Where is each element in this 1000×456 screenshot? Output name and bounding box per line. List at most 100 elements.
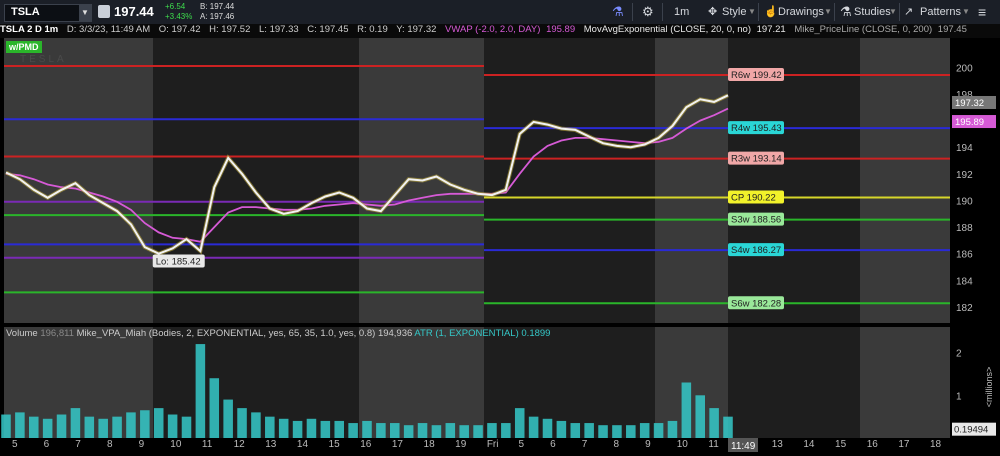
info-high: H: 197.52 — [209, 24, 251, 35]
info-range: R: 0.19 — [357, 24, 388, 35]
ema-study-label[interactable]: MovAvgExponential (CLOSE, 20, 0, no) — [584, 24, 751, 35]
current-time-marker: 11:49 — [728, 438, 758, 452]
pivot-label-text: CP 190.22 — [731, 193, 776, 204]
chevron-down-icon[interactable]: ▼ — [748, 4, 756, 20]
pivot-label-text: S4w 186.27 — [731, 245, 781, 256]
top-toolbar: TSLA ▼ 197.44 +6.54 +3.43% B: 197.44 A: … — [0, 0, 1000, 25]
volume-bar — [56, 414, 67, 438]
priceline-study-label[interactable]: Mike_PriceLine (CLOSE, 0, 200) — [794, 24, 932, 35]
flask-icon[interactable]: ⚗ — [840, 4, 852, 20]
chevron-down-icon[interactable]: ▼ — [889, 4, 897, 20]
time-axis-tick: 11 — [202, 439, 213, 450]
time-axis-tick: 16 — [360, 439, 372, 450]
time-axis-tick: 15 — [835, 439, 847, 450]
low-label-text: Lo: 185.42 — [156, 256, 201, 267]
timeframe-button[interactable]: 1m — [674, 4, 689, 20]
volume-bar — [473, 425, 483, 438]
hand-icon[interactable]: ☝ — [764, 4, 778, 20]
toolbar-divider — [662, 3, 663, 21]
price-axis-tick: 182 — [956, 303, 973, 314]
volume-bar — [487, 423, 497, 438]
volume-bar — [42, 418, 53, 438]
pivot-label-s3w: S3w 188.56 — [728, 212, 784, 226]
volume-bar — [153, 408, 164, 438]
style-icon[interactable]: ✥ — [708, 4, 717, 20]
time-axis-tick: 17 — [898, 439, 910, 450]
volume-bar — [251, 412, 261, 438]
symbol-selector[interactable]: TSLA ▼ — [4, 4, 92, 22]
patterns-icon[interactable]: ↗ — [904, 4, 913, 20]
volume-header: Volume 196,811 Mike_VPA_Miah (Bodies, 2,… — [6, 328, 550, 339]
pivot-label-s6w: S6w 182.28 — [728, 296, 784, 310]
volume-axis-tick: 2 — [956, 349, 962, 360]
pivot-label-text: S3w 188.56 — [731, 215, 781, 226]
drawings-button[interactable]: Drawings — [778, 4, 824, 20]
pivot-label-text: S6w 182.28 — [731, 298, 781, 309]
price-axis-marker: 195.89 — [952, 115, 996, 129]
vpa-study-value: 194,936 — [377, 328, 413, 339]
flask-icon[interactable]: ⚗ — [612, 4, 624, 20]
studies-button[interactable]: Studies — [854, 4, 891, 20]
time-axis-tick: 17 — [392, 439, 404, 450]
volume-bar — [167, 414, 178, 438]
gear-icon[interactable]: ⚙ — [642, 4, 654, 20]
volume-bar — [584, 423, 594, 438]
toolbar-divider — [834, 3, 835, 21]
pivot-label-s4w: S4w 186.27 — [728, 243, 784, 257]
patterns-button[interactable]: Patterns — [920, 4, 961, 20]
extended-hours-shade — [4, 38, 153, 323]
volume-bar — [126, 412, 136, 438]
toolbar-divider — [632, 3, 633, 21]
info-open: O: 197.42 — [158, 24, 201, 35]
volume-bar — [612, 425, 622, 438]
time-axis-tick: 16 — [867, 439, 879, 450]
vwap-study-label[interactable]: VWAP (-2.0, 2.0, DAY) — [445, 24, 540, 35]
chevron-down-icon[interactable]: ▼ — [824, 4, 832, 20]
toolbar-divider — [758, 3, 759, 21]
pivot-label-text: R6w 199.42 — [731, 70, 782, 81]
volume-bar — [695, 395, 705, 438]
time-axis-tick: 10 — [170, 439, 182, 450]
extended-hours-shade — [860, 327, 950, 438]
extended-hours-shade — [655, 38, 728, 323]
volume-bar — [598, 425, 608, 438]
time-axis-tick: 8 — [107, 439, 113, 450]
volume-current-marker: 0.19494 — [952, 422, 996, 436]
volume-label[interactable]: Volume — [6, 328, 38, 339]
atr-study-label[interactable]: ATR (1, EXPONENTIAL) — [414, 328, 518, 339]
price-chart[interactable]: TESLA R6w 199.42 R4w 195.43 R3w 193.14 CP 19… — [0, 38, 1000, 456]
menu-icon[interactable]: ≡ — [978, 4, 986, 20]
info-close: C: 197.45 — [307, 24, 349, 35]
volume-bar — [15, 412, 25, 438]
info-low: L: 197.33 — [259, 24, 299, 35]
vpa-study-label[interactable]: Mike_VPA_Miah (Bodies, 2, EXPONENTIAL, y… — [77, 328, 376, 339]
volume-bar — [681, 382, 692, 438]
time-axis-tick: 6 — [44, 439, 50, 450]
time-axis-tick: Fri — [487, 439, 499, 450]
tesla-watermark: TESLA — [20, 54, 67, 65]
volume-bar — [320, 420, 331, 438]
clipboard-icon[interactable] — [98, 5, 110, 18]
vwap-study-value: 195.89 — [546, 24, 576, 35]
low-label: Lo: 185.42 — [152, 254, 205, 268]
symbol-text: TSLA — [11, 6, 40, 18]
time-axis-tick: 5 — [518, 439, 524, 450]
priceline-study-value: 197.45 — [937, 24, 967, 35]
time-axis-tick: 10 — [677, 439, 689, 450]
chevron-down-icon[interactable]: ▼ — [79, 5, 91, 21]
time-axis-tick: 9 — [645, 439, 651, 450]
atr-study-value: 0.1899 — [521, 328, 551, 339]
time-axis-tick: 7 — [75, 439, 81, 450]
time-axis-tick: 18 — [930, 439, 942, 450]
time-axis-tick: 19 — [455, 439, 467, 450]
volume-bar — [112, 416, 122, 438]
chart-title: TSLA 2 D 1m — [0, 24, 59, 35]
chevron-down-icon[interactable]: ▼ — [962, 4, 970, 20]
price-axis-tick: 194 — [956, 143, 973, 154]
volume-bar — [181, 416, 192, 438]
volume-bar — [639, 423, 650, 438]
style-button[interactable]: Style — [722, 4, 746, 20]
info-date: D: 3/3/23, 11:49 AM — [66, 24, 151, 35]
time-axis-tick: 8 — [613, 439, 619, 450]
ask-price: A: 197.46 — [200, 12, 235, 21]
